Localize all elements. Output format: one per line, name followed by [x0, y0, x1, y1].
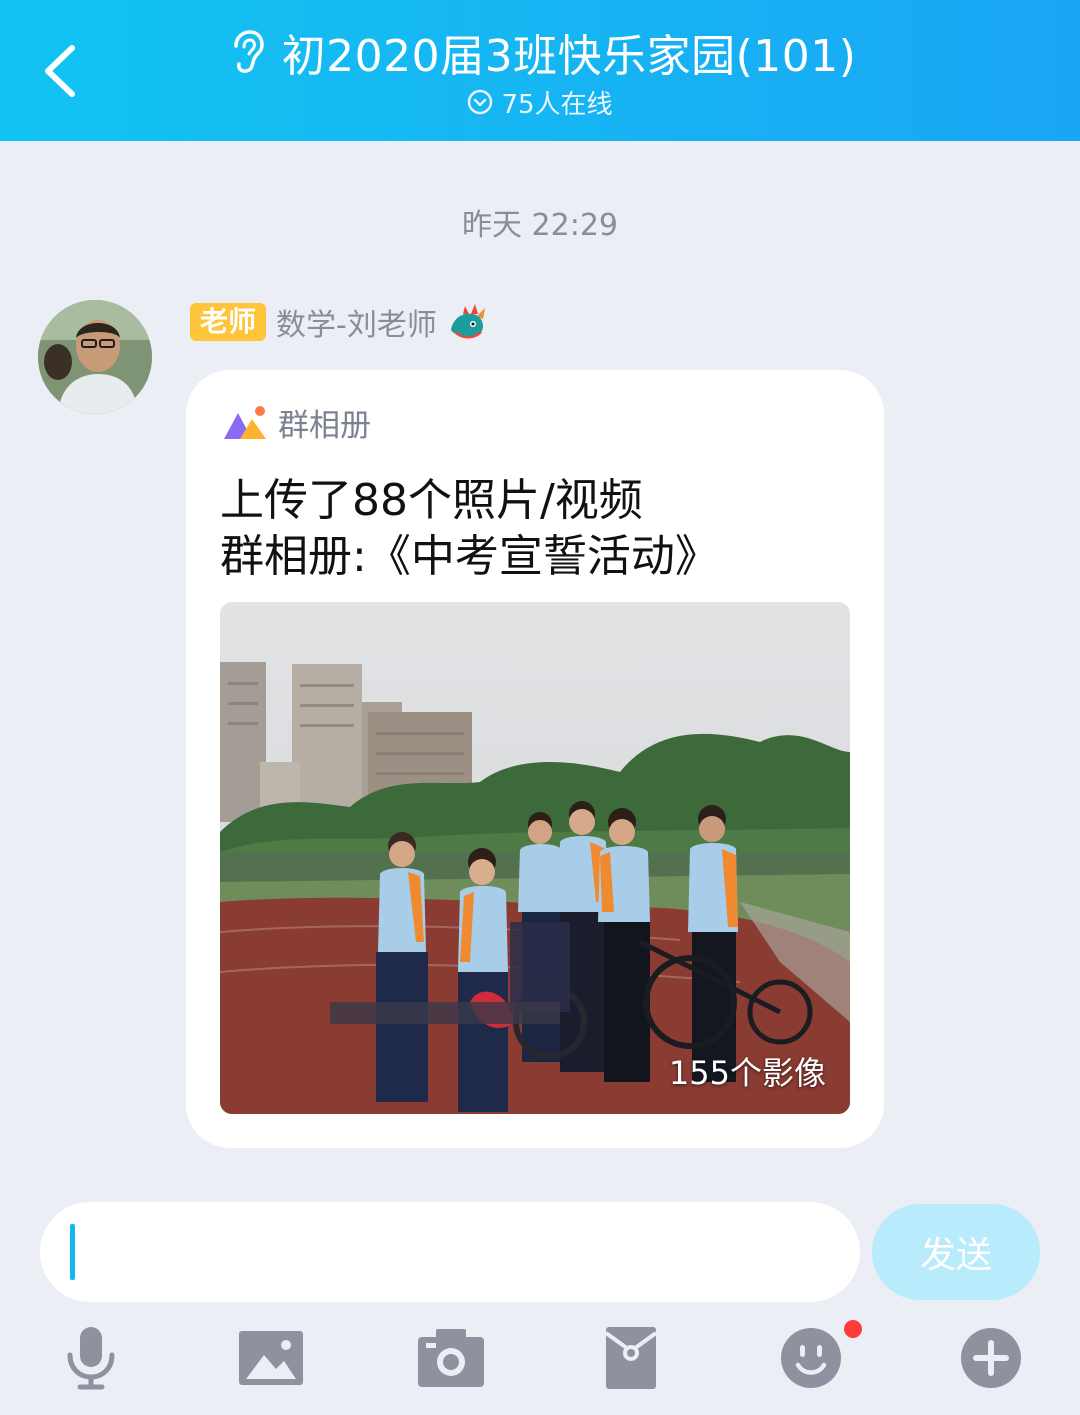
text-cursor: [70, 1224, 75, 1280]
album-header: 群相册: [222, 400, 371, 445]
message-input[interactable]: [40, 1202, 860, 1302]
dragon-badge-icon: [450, 304, 485, 339]
message-timestamp: 昨天 22:29: [462, 208, 618, 243]
group-album-icon: [224, 405, 266, 439]
album-label: 群相册: [278, 408, 371, 444]
album-cover-image: [220, 602, 850, 1114]
sender-name[interactable]: 数学-刘老师: [276, 300, 437, 344]
album-cover-photo[interactable]: 155个影像: [220, 602, 850, 1114]
red-packet-icon: [604, 1327, 658, 1389]
album-message-card[interactable]: 群相册 上传了88个照片/视频 群相册:《中考宣誓活动》 155个影像: [186, 370, 884, 1148]
ear-icon: [233, 30, 264, 73]
more-button[interactable]: [956, 1325, 1026, 1391]
album-title-text: 群相册:《中考宣誓活动》: [220, 531, 719, 582]
camera-icon: [418, 1329, 484, 1387]
sender-row: 老师 数学-刘老师: [190, 300, 489, 344]
teacher-badge: 老师: [190, 303, 267, 341]
notification-dot: [844, 1320, 862, 1338]
emoji-button[interactable]: [776, 1325, 846, 1391]
image-button[interactable]: [236, 1325, 306, 1391]
microphone-icon: [67, 1327, 115, 1390]
plus-icon: [961, 1328, 1021, 1388]
title-row[interactable]: 初2020届3班快乐家园(101): [0, 22, 1080, 82]
send-button[interactable]: 发送: [872, 1204, 1040, 1300]
red-packet-button[interactable]: [596, 1325, 666, 1391]
avatar-photo: [38, 300, 152, 414]
voice-button[interactable]: [56, 1325, 126, 1391]
online-indicator-icon: [468, 89, 493, 115]
camera-button[interactable]: [416, 1325, 486, 1391]
image-icon: [239, 1331, 303, 1385]
emoji-icon: [781, 1328, 841, 1388]
upload-summary-text: 上传了88个照片/视频: [220, 475, 643, 526]
chat-header: 初2020届3班快乐家园(101) 75人在线: [0, 0, 1080, 141]
online-count-text: 75人在线: [501, 89, 613, 120]
online-status[interactable]: 75人在线: [0, 84, 1080, 120]
media-count: 155个影像: [668, 1054, 826, 1092]
group-title: 初2020届3班快乐家园(101): [281, 31, 857, 82]
avatar[interactable]: [38, 300, 152, 414]
